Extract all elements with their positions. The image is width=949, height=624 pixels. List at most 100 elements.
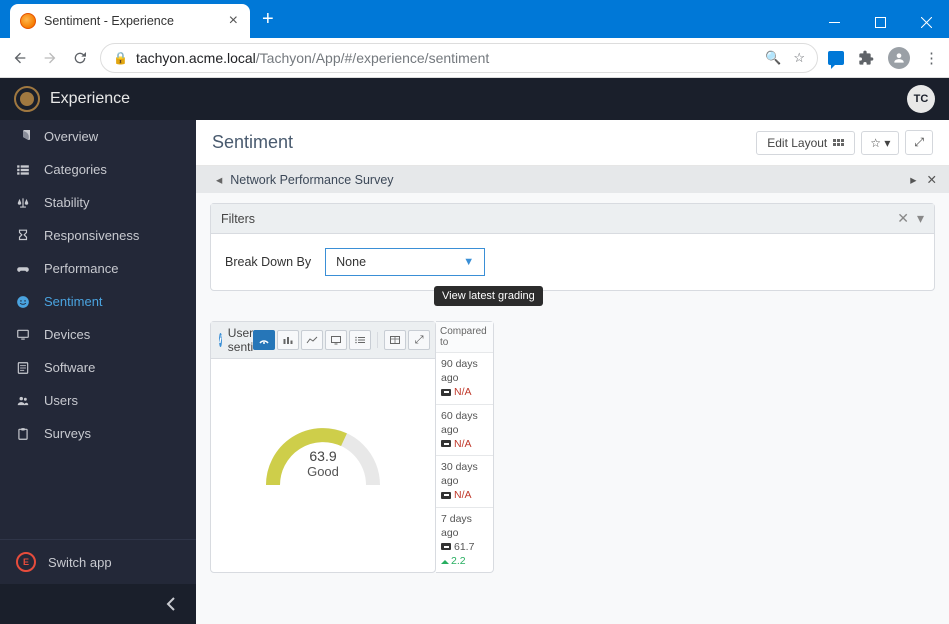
sidebar-item-devices[interactable]: Devices bbox=[0, 318, 196, 351]
expand-button[interactable]: ⤢ bbox=[408, 330, 430, 350]
chevron-left-icon bbox=[166, 597, 176, 611]
sentiment-widget: i User senti ⤢ bbox=[210, 321, 436, 573]
main-content: Sentiment Edit Layout ☆ ▾ ⤢ ◂ Network Pe… bbox=[196, 120, 949, 624]
smile-icon bbox=[16, 295, 32, 309]
browser-titlebar: Sentiment - Experience × + bbox=[0, 0, 949, 38]
forward-button[interactable] bbox=[40, 48, 60, 68]
comparison-panel: Compared to 90 days ago N/A 60 days ago … bbox=[436, 321, 494, 573]
sidebar: Overview Categories Stability Responsive… bbox=[0, 120, 196, 624]
switch-app-button[interactable]: E Switch app bbox=[0, 539, 196, 584]
url-bar[interactable]: 🔒 tachyon.acme.local/Tachyon/App/#/exper… bbox=[100, 43, 818, 73]
new-tab-button[interactable]: + bbox=[250, 8, 286, 31]
info-icon[interactable]: i bbox=[219, 333, 222, 347]
filters-panel: Filters ✕ ▾ Break Down By None ▼ bbox=[210, 203, 935, 291]
switch-app-icon: E bbox=[16, 552, 36, 572]
clipboard-icon bbox=[16, 427, 32, 441]
edit-layout-button[interactable]: Edit Layout bbox=[756, 131, 855, 155]
sidebar-item-label: Responsiveness bbox=[44, 228, 139, 243]
favicon-icon bbox=[20, 13, 36, 29]
tab-close-icon[interactable]: × bbox=[229, 13, 238, 29]
sidebar-item-performance[interactable]: Performance bbox=[0, 252, 196, 285]
user-avatar[interactable]: TC bbox=[907, 85, 935, 113]
gauge-view-button[interactable] bbox=[253, 330, 275, 350]
gauge-mini-icon bbox=[441, 440, 451, 447]
tooltip: View latest grading bbox=[434, 286, 543, 306]
sidebar-item-stability[interactable]: Stability bbox=[0, 186, 196, 219]
back-button[interactable] bbox=[10, 48, 30, 68]
gauge-value: 63.9 bbox=[263, 448, 383, 464]
breakdown-value: None bbox=[336, 255, 366, 269]
browser-toolbar: 🔒 tachyon.acme.local/Tachyon/App/#/exper… bbox=[0, 38, 949, 78]
survey-breadcrumb-bar: ◂ Network Performance Survey ▸ ✕ bbox=[196, 166, 949, 193]
survey-close-icon[interactable]: ✕ bbox=[927, 172, 937, 187]
reload-button[interactable] bbox=[70, 48, 90, 68]
favorite-button[interactable]: ☆ ▾ bbox=[861, 131, 899, 155]
collapse-sidebar-button[interactable] bbox=[0, 584, 196, 624]
bar-view-button[interactable] bbox=[277, 330, 299, 350]
gauge-mini-icon bbox=[441, 492, 451, 499]
sidebar-item-responsiveness[interactable]: Responsiveness bbox=[0, 219, 196, 252]
categories-icon bbox=[16, 163, 32, 177]
bookmark-icon[interactable]: ☆ bbox=[793, 50, 805, 66]
users-icon bbox=[16, 394, 32, 408]
sidebar-item-surveys[interactable]: Surveys bbox=[0, 417, 196, 450]
extensions-icon[interactable] bbox=[858, 50, 874, 66]
profile-icon[interactable] bbox=[888, 47, 910, 69]
survey-title: Network Performance Survey bbox=[230, 173, 393, 187]
list-icon bbox=[16, 361, 32, 375]
survey-prev-icon[interactable]: ◂ bbox=[208, 172, 230, 187]
sidebar-item-label: Software bbox=[44, 360, 95, 375]
comparison-row: 60 days ago N/A bbox=[436, 405, 493, 457]
filters-dropdown-icon[interactable]: ▾ bbox=[917, 210, 924, 227]
sidebar-item-overview[interactable]: Overview bbox=[0, 120, 196, 153]
breakdown-label: Break Down By bbox=[225, 255, 311, 269]
url-path: /Tachyon/App/#/experience/sentiment bbox=[256, 50, 489, 66]
gauge-label: Good bbox=[263, 464, 383, 479]
filters-header: Filters ✕ ▾ bbox=[211, 204, 934, 234]
breakdown-select[interactable]: None ▼ bbox=[325, 248, 485, 276]
comment-icon[interactable] bbox=[828, 51, 844, 65]
survey-next-icon[interactable]: ▸ bbox=[910, 172, 916, 187]
filters-close-icon[interactable]: ✕ bbox=[897, 210, 909, 227]
sidebar-item-software[interactable]: Software bbox=[0, 351, 196, 384]
zoom-icon[interactable]: 🔍 bbox=[765, 50, 781, 66]
url-host: tachyon.acme.local bbox=[136, 50, 256, 66]
monitor-button[interactable] bbox=[325, 330, 347, 350]
sidebar-item-label: Sentiment bbox=[44, 294, 103, 309]
sidebar-item-label: Overview bbox=[44, 129, 98, 144]
line-view-button[interactable] bbox=[301, 330, 323, 350]
close-window-button[interactable] bbox=[903, 6, 949, 38]
maximize-button[interactable] bbox=[857, 6, 903, 38]
sidebar-item-sentiment[interactable]: Sentiment bbox=[0, 285, 196, 318]
sentiment-gauge: 63.9 Good bbox=[263, 419, 383, 479]
page-header: Sentiment Edit Layout ☆ ▾ ⤢ bbox=[196, 120, 949, 166]
sidebar-item-categories[interactable]: Categories bbox=[0, 153, 196, 186]
comparison-delta: 2.2 bbox=[441, 554, 488, 568]
sidebar-item-label: Stability bbox=[44, 195, 90, 210]
sidebar-item-label: Devices bbox=[44, 327, 90, 342]
browser-menu-icon[interactable]: ⋮ bbox=[924, 49, 939, 67]
grid-icon bbox=[833, 139, 844, 146]
app-name: Experience bbox=[50, 90, 130, 108]
comparison-header: Compared to bbox=[436, 322, 493, 353]
lock-icon: 🔒 bbox=[113, 51, 128, 65]
gauge-mini-icon bbox=[441, 389, 451, 396]
comparison-row: 7 days ago 61.7 2.2 bbox=[436, 508, 493, 573]
app-header: Experience TC bbox=[0, 78, 949, 120]
sidebar-item-label: Performance bbox=[44, 261, 118, 276]
fullscreen-button[interactable]: ⤢ bbox=[905, 130, 933, 155]
browser-tab[interactable]: Sentiment - Experience × bbox=[10, 4, 250, 38]
widget-toolbar: i User senti ⤢ bbox=[211, 322, 435, 359]
sidebar-item-users[interactable]: Users bbox=[0, 384, 196, 417]
hourglass-icon bbox=[16, 229, 32, 243]
monitor-icon bbox=[16, 328, 32, 342]
sidebar-item-label: Categories bbox=[44, 162, 107, 177]
minimize-button[interactable] bbox=[811, 6, 857, 38]
tab-title: Sentiment - Experience bbox=[44, 14, 221, 28]
table-button[interactable] bbox=[384, 330, 406, 350]
pie-chart-icon bbox=[16, 130, 32, 144]
switch-app-label: Switch app bbox=[48, 555, 112, 570]
comparison-row: 90 days ago N/A bbox=[436, 353, 493, 405]
widget-title: User senti bbox=[228, 326, 253, 354]
list-view-button[interactable] bbox=[349, 330, 371, 350]
